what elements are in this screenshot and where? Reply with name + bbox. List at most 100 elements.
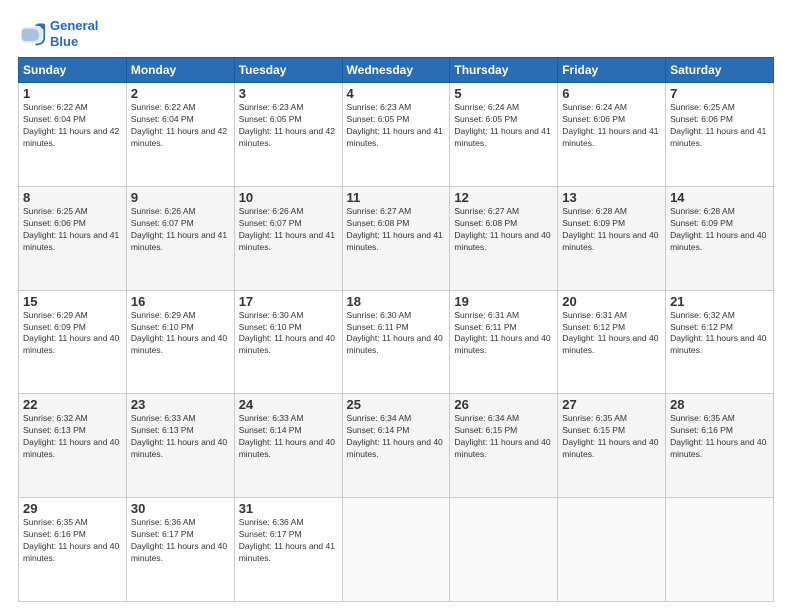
day-number: 4 bbox=[347, 86, 446, 101]
day-number: 8 bbox=[23, 190, 122, 205]
calendar-cell: 24Sunrise: 6:33 AMSunset: 6:14 PMDayligh… bbox=[234, 394, 342, 498]
calendar-cell: 22Sunrise: 6:32 AMSunset: 6:13 PMDayligh… bbox=[19, 394, 127, 498]
day-number: 7 bbox=[670, 86, 769, 101]
calendar-day-header: Wednesday bbox=[342, 58, 450, 83]
day-info: Sunrise: 6:33 AMSunset: 6:13 PMDaylight:… bbox=[131, 413, 230, 461]
calendar-cell: 27Sunrise: 6:35 AMSunset: 6:15 PMDayligh… bbox=[558, 394, 666, 498]
day-info: Sunrise: 6:35 AMSunset: 6:16 PMDaylight:… bbox=[670, 413, 769, 461]
calendar-cell: 28Sunrise: 6:35 AMSunset: 6:16 PMDayligh… bbox=[666, 394, 774, 498]
day-number: 29 bbox=[23, 501, 122, 516]
day-info: Sunrise: 6:36 AMSunset: 6:17 PMDaylight:… bbox=[131, 517, 230, 565]
day-info: Sunrise: 6:29 AMSunset: 6:10 PMDaylight:… bbox=[131, 310, 230, 358]
day-info: Sunrise: 6:22 AMSunset: 6:04 PMDaylight:… bbox=[131, 102, 230, 150]
calendar-cell bbox=[558, 498, 666, 602]
calendar-cell: 20Sunrise: 6:31 AMSunset: 6:12 PMDayligh… bbox=[558, 290, 666, 394]
calendar-day-header: Thursday bbox=[450, 58, 558, 83]
day-info: Sunrise: 6:25 AMSunset: 6:06 PMDaylight:… bbox=[23, 206, 122, 254]
calendar-day-header: Tuesday bbox=[234, 58, 342, 83]
calendar-cell: 6Sunrise: 6:24 AMSunset: 6:06 PMDaylight… bbox=[558, 83, 666, 187]
day-info: Sunrise: 6:23 AMSunset: 6:05 PMDaylight:… bbox=[239, 102, 338, 150]
day-number: 19 bbox=[454, 294, 553, 309]
day-info: Sunrise: 6:27 AMSunset: 6:08 PMDaylight:… bbox=[347, 206, 446, 254]
calendar-cell: 25Sunrise: 6:34 AMSunset: 6:14 PMDayligh… bbox=[342, 394, 450, 498]
calendar-day-header: Monday bbox=[126, 58, 234, 83]
day-number: 23 bbox=[131, 397, 230, 412]
calendar-day-header: Saturday bbox=[666, 58, 774, 83]
calendar-cell: 19Sunrise: 6:31 AMSunset: 6:11 PMDayligh… bbox=[450, 290, 558, 394]
logo-text: General Blue bbox=[50, 18, 98, 49]
calendar-cell: 7Sunrise: 6:25 AMSunset: 6:06 PMDaylight… bbox=[666, 83, 774, 187]
calendar-cell: 23Sunrise: 6:33 AMSunset: 6:13 PMDayligh… bbox=[126, 394, 234, 498]
calendar-cell: 12Sunrise: 6:27 AMSunset: 6:08 PMDayligh… bbox=[450, 186, 558, 290]
calendar-cell bbox=[342, 498, 450, 602]
day-info: Sunrise: 6:26 AMSunset: 6:07 PMDaylight:… bbox=[131, 206, 230, 254]
calendar-cell: 17Sunrise: 6:30 AMSunset: 6:10 PMDayligh… bbox=[234, 290, 342, 394]
day-info: Sunrise: 6:28 AMSunset: 6:09 PMDaylight:… bbox=[562, 206, 661, 254]
calendar-cell: 10Sunrise: 6:26 AMSunset: 6:07 PMDayligh… bbox=[234, 186, 342, 290]
logo-icon bbox=[18, 20, 46, 48]
day-info: Sunrise: 6:29 AMSunset: 6:09 PMDaylight:… bbox=[23, 310, 122, 358]
day-info: Sunrise: 6:22 AMSunset: 6:04 PMDaylight:… bbox=[23, 102, 122, 150]
day-info: Sunrise: 6:24 AMSunset: 6:06 PMDaylight:… bbox=[562, 102, 661, 150]
calendar-week-row: 8Sunrise: 6:25 AMSunset: 6:06 PMDaylight… bbox=[19, 186, 774, 290]
calendar-cell bbox=[450, 498, 558, 602]
day-number: 27 bbox=[562, 397, 661, 412]
calendar-cell: 2Sunrise: 6:22 AMSunset: 6:04 PMDaylight… bbox=[126, 83, 234, 187]
day-number: 26 bbox=[454, 397, 553, 412]
day-info: Sunrise: 6:31 AMSunset: 6:11 PMDaylight:… bbox=[454, 310, 553, 358]
calendar-cell: 31Sunrise: 6:36 AMSunset: 6:17 PMDayligh… bbox=[234, 498, 342, 602]
calendar-cell: 5Sunrise: 6:24 AMSunset: 6:05 PMDaylight… bbox=[450, 83, 558, 187]
day-number: 6 bbox=[562, 86, 661, 101]
day-number: 1 bbox=[23, 86, 122, 101]
day-number: 25 bbox=[347, 397, 446, 412]
day-number: 31 bbox=[239, 501, 338, 516]
calendar-cell: 11Sunrise: 6:27 AMSunset: 6:08 PMDayligh… bbox=[342, 186, 450, 290]
day-number: 20 bbox=[562, 294, 661, 309]
logo: General Blue bbox=[18, 18, 98, 49]
page: General Blue SundayMondayTuesdayWednesda… bbox=[0, 0, 792, 612]
day-number: 13 bbox=[562, 190, 661, 205]
day-number: 10 bbox=[239, 190, 338, 205]
calendar-cell bbox=[666, 498, 774, 602]
day-info: Sunrise: 6:23 AMSunset: 6:05 PMDaylight:… bbox=[347, 102, 446, 150]
day-number: 11 bbox=[347, 190, 446, 205]
calendar-cell: 3Sunrise: 6:23 AMSunset: 6:05 PMDaylight… bbox=[234, 83, 342, 187]
calendar-cell: 1Sunrise: 6:22 AMSunset: 6:04 PMDaylight… bbox=[19, 83, 127, 187]
calendar-cell: 9Sunrise: 6:26 AMSunset: 6:07 PMDaylight… bbox=[126, 186, 234, 290]
day-number: 30 bbox=[131, 501, 230, 516]
day-info: Sunrise: 6:33 AMSunset: 6:14 PMDaylight:… bbox=[239, 413, 338, 461]
calendar-week-row: 1Sunrise: 6:22 AMSunset: 6:04 PMDaylight… bbox=[19, 83, 774, 187]
day-info: Sunrise: 6:25 AMSunset: 6:06 PMDaylight:… bbox=[670, 102, 769, 150]
day-info: Sunrise: 6:32 AMSunset: 6:12 PMDaylight:… bbox=[670, 310, 769, 358]
day-number: 28 bbox=[670, 397, 769, 412]
day-number: 21 bbox=[670, 294, 769, 309]
day-number: 2 bbox=[131, 86, 230, 101]
calendar-cell: 4Sunrise: 6:23 AMSunset: 6:05 PMDaylight… bbox=[342, 83, 450, 187]
day-info: Sunrise: 6:35 AMSunset: 6:15 PMDaylight:… bbox=[562, 413, 661, 461]
header: General Blue bbox=[18, 18, 774, 49]
calendar-cell: 14Sunrise: 6:28 AMSunset: 6:09 PMDayligh… bbox=[666, 186, 774, 290]
day-number: 5 bbox=[454, 86, 553, 101]
day-number: 3 bbox=[239, 86, 338, 101]
day-number: 14 bbox=[670, 190, 769, 205]
day-info: Sunrise: 6:30 AMSunset: 6:10 PMDaylight:… bbox=[239, 310, 338, 358]
day-number: 18 bbox=[347, 294, 446, 309]
day-info: Sunrise: 6:30 AMSunset: 6:11 PMDaylight:… bbox=[347, 310, 446, 358]
day-info: Sunrise: 6:34 AMSunset: 6:15 PMDaylight:… bbox=[454, 413, 553, 461]
day-number: 9 bbox=[131, 190, 230, 205]
day-number: 15 bbox=[23, 294, 122, 309]
day-info: Sunrise: 6:28 AMSunset: 6:09 PMDaylight:… bbox=[670, 206, 769, 254]
day-number: 24 bbox=[239, 397, 338, 412]
calendar-day-header: Sunday bbox=[19, 58, 127, 83]
day-info: Sunrise: 6:31 AMSunset: 6:12 PMDaylight:… bbox=[562, 310, 661, 358]
calendar-table: SundayMondayTuesdayWednesdayThursdayFrid… bbox=[18, 57, 774, 602]
calendar-cell: 18Sunrise: 6:30 AMSunset: 6:11 PMDayligh… bbox=[342, 290, 450, 394]
day-info: Sunrise: 6:34 AMSunset: 6:14 PMDaylight:… bbox=[347, 413, 446, 461]
calendar-cell: 15Sunrise: 6:29 AMSunset: 6:09 PMDayligh… bbox=[19, 290, 127, 394]
calendar-cell: 21Sunrise: 6:32 AMSunset: 6:12 PMDayligh… bbox=[666, 290, 774, 394]
calendar-week-row: 22Sunrise: 6:32 AMSunset: 6:13 PMDayligh… bbox=[19, 394, 774, 498]
calendar-cell: 29Sunrise: 6:35 AMSunset: 6:16 PMDayligh… bbox=[19, 498, 127, 602]
day-info: Sunrise: 6:24 AMSunset: 6:05 PMDaylight:… bbox=[454, 102, 553, 150]
day-info: Sunrise: 6:32 AMSunset: 6:13 PMDaylight:… bbox=[23, 413, 122, 461]
day-number: 17 bbox=[239, 294, 338, 309]
